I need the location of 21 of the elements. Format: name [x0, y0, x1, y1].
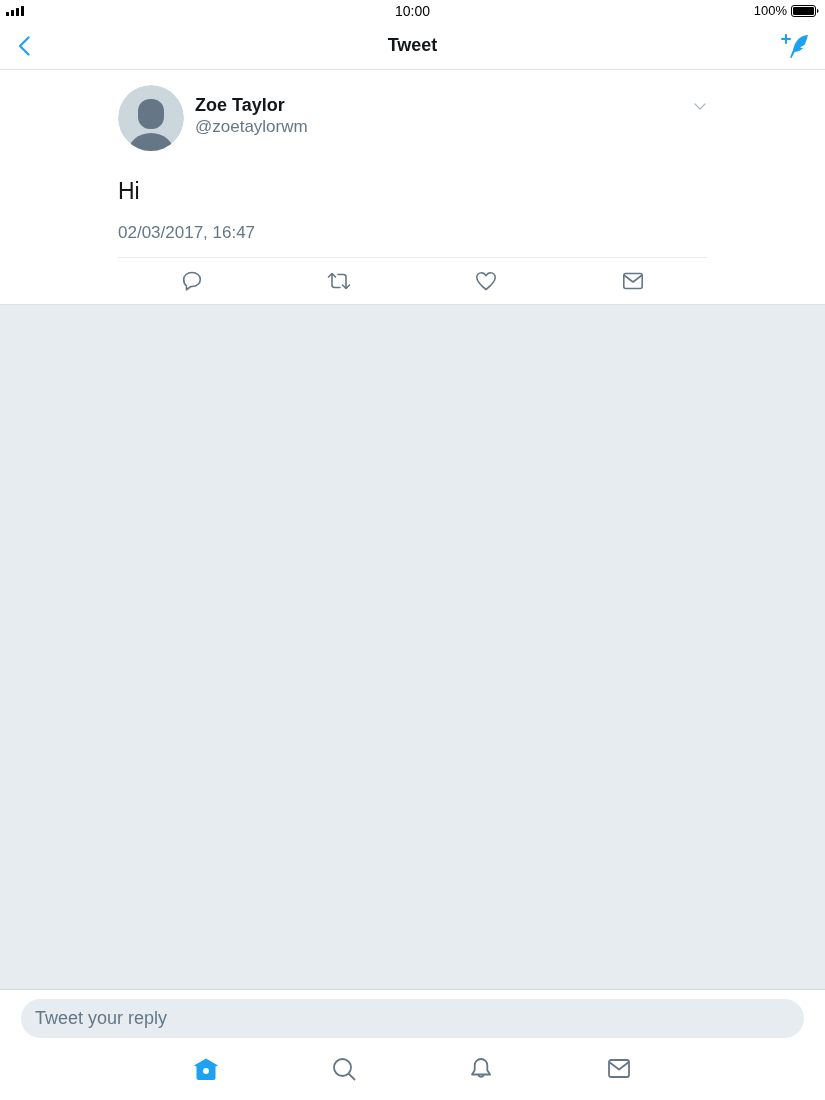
heart-icon[interactable] — [475, 270, 498, 292]
avatar-placeholder-icon[interactable] — [118, 85, 184, 151]
tweet-timestamp: 02/03/2017, 16:47 — [118, 222, 256, 244]
user-handle[interactable]: @zoetaylorwm — [195, 116, 308, 138]
back-chevron-icon[interactable] — [18, 35, 30, 56]
user-name[interactable]: Zoe Taylor — [195, 94, 285, 116]
home-icon[interactable] — [192, 1057, 219, 1081]
bell-icon[interactable] — [469, 1057, 494, 1081]
compose-feather-icon[interactable] — [781, 32, 809, 59]
battery-percentage: 100% — [753, 2, 787, 21]
page-title: Tweet — [387, 34, 438, 57]
battery-icon — [791, 5, 819, 17]
reply-bubble-icon[interactable] — [180, 270, 203, 292]
search-icon[interactable] — [331, 1057, 356, 1081]
status-time: 10:00 — [395, 1, 430, 21]
tweet-text: Hi — [118, 177, 140, 205]
reply-input-field[interactable]: Tweet your reply — [21, 999, 804, 1038]
envelope-icon[interactable] — [607, 1058, 632, 1080]
envelope-icon[interactable] — [622, 270, 645, 292]
signal-icon — [6, 6, 24, 16]
retweet-icon[interactable] — [326, 270, 351, 292]
